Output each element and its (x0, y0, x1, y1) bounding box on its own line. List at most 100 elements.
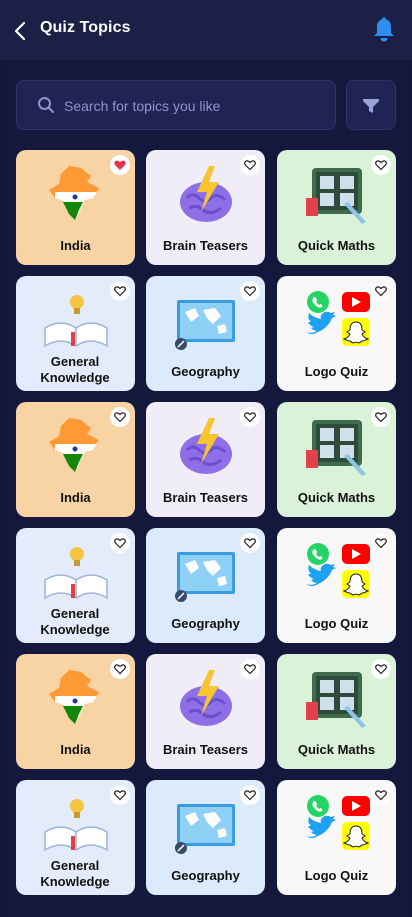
topic-card-gk[interactable]: General Knowledge (16, 780, 135, 895)
heart-outline-icon (114, 538, 126, 549)
favorite-toggle[interactable] (240, 533, 260, 553)
topic-illustration (302, 666, 372, 732)
topic-card-geo[interactable]: Geography (146, 528, 265, 643)
topic-card-maths[interactable]: Quick Maths (277, 150, 396, 265)
favorite-toggle[interactable] (371, 785, 391, 805)
heart-outline-icon (244, 160, 256, 171)
filter-button[interactable] (346, 80, 396, 130)
heart-outline-icon (375, 790, 387, 801)
heart-outline-icon (375, 286, 387, 297)
brain-icon (180, 418, 232, 474)
heart-outline-icon (244, 538, 256, 549)
topic-card-brain[interactable]: Brain Teasers (146, 150, 265, 265)
topic-illustration (171, 288, 241, 354)
chevron-left-icon[interactable] (12, 20, 30, 42)
favorite-toggle[interactable] (240, 281, 260, 301)
heart-outline-icon (244, 790, 256, 801)
topic-card-gk[interactable]: General Knowledge (16, 276, 135, 391)
topic-illustration (41, 666, 111, 732)
topic-card-gk[interactable]: General Knowledge (16, 528, 135, 643)
heart-outline-icon (375, 160, 387, 171)
favorite-toggle[interactable] (240, 659, 260, 679)
favorite-toggle[interactable] (240, 155, 260, 175)
topic-label: General Knowledge (40, 354, 110, 385)
topic-card-india[interactable]: India (16, 150, 135, 265)
favorite-toggle[interactable] (110, 533, 130, 553)
search-icon (38, 97, 54, 113)
topic-label: Quick Maths (297, 742, 376, 757)
topic-illustration (41, 288, 111, 354)
topic-card-maths[interactable]: Quick Maths (277, 402, 396, 517)
world-map-icon (175, 300, 235, 350)
topic-illustration (171, 540, 241, 606)
topic-card-brain[interactable]: Brain Teasers (146, 402, 265, 517)
topic-illustration (302, 162, 372, 228)
topic-illustration (41, 162, 111, 228)
india-map-icon (49, 418, 99, 472)
topic-illustration (171, 666, 241, 732)
heart-outline-icon (375, 412, 387, 423)
topic-label: Brain Teasers (162, 490, 249, 505)
bell-icon[interactable] (370, 16, 398, 44)
heart-outline-icon (244, 412, 256, 423)
heart-outline-icon (244, 286, 256, 297)
topic-label: Quick Maths (297, 238, 376, 253)
favorite-toggle[interactable] (371, 533, 391, 553)
topic-card-geo[interactable]: Geography (146, 780, 265, 895)
favorite-toggle[interactable] (371, 281, 391, 301)
topic-label: General Knowledge (40, 858, 110, 889)
topic-card-geo[interactable]: Geography (146, 276, 265, 391)
favorite-toggle[interactable] (110, 659, 130, 679)
topic-illustration (302, 540, 372, 606)
topic-card-india[interactable]: India (16, 402, 135, 517)
heart-outline-icon (375, 664, 387, 675)
favorite-toggle[interactable] (240, 785, 260, 805)
favorite-toggle[interactable] (110, 407, 130, 427)
open-book-icon (44, 547, 108, 600)
topic-card-logo[interactable]: Logo Quiz (277, 528, 396, 643)
topic-label: Geography (171, 616, 240, 631)
topic-illustration (41, 414, 111, 480)
favorite-toggle[interactable] (110, 785, 130, 805)
india-map-icon (49, 670, 99, 724)
favorite-toggle[interactable] (110, 281, 130, 301)
favorite-toggle[interactable] (371, 407, 391, 427)
calculator-icon (306, 672, 366, 728)
topic-illustration (41, 540, 111, 606)
search-input[interactable]: Search for topics you like (64, 98, 220, 114)
topic-label: Brain Teasers (162, 742, 249, 757)
topic-card-india[interactable]: India (16, 654, 135, 769)
heart-outline-icon (114, 286, 126, 297)
india-map-icon (49, 166, 99, 220)
filter-icon (363, 99, 379, 113)
social-logos-icon (306, 291, 370, 346)
favorite-toggle[interactable] (110, 155, 130, 175)
search-bar[interactable]: Search for topics you like (16, 80, 336, 130)
favorite-toggle[interactable] (371, 155, 391, 175)
topic-card-brain[interactable]: Brain Teasers (146, 654, 265, 769)
topic-illustration (171, 414, 241, 480)
topic-illustration (302, 288, 372, 354)
heart-outline-icon (114, 412, 126, 423)
topic-card-logo[interactable]: Logo Quiz (277, 276, 396, 391)
topic-label: India (60, 742, 91, 757)
heart-outline-icon (244, 664, 256, 675)
world-map-icon (175, 552, 235, 602)
topic-label: Logo Quiz (304, 616, 369, 631)
topic-label: Quick Maths (297, 490, 376, 505)
calculator-icon (306, 168, 366, 224)
topic-label: Brain Teasers (162, 238, 249, 253)
favorite-toggle[interactable] (371, 659, 391, 679)
topic-label: Geography (171, 868, 240, 883)
topic-illustration (171, 162, 241, 228)
topic-label: India (60, 490, 91, 505)
topic-label: India (60, 238, 91, 253)
topic-card-logo[interactable]: Logo Quiz (277, 780, 396, 895)
open-book-icon (44, 295, 108, 348)
heart-filled-icon (114, 160, 126, 170)
topic-label: General Knowledge (40, 606, 110, 637)
favorite-toggle[interactable] (240, 407, 260, 427)
topic-illustration (302, 414, 372, 480)
topic-card-maths[interactable]: Quick Maths (277, 654, 396, 769)
top-bar: Quiz Topics (0, 0, 412, 60)
